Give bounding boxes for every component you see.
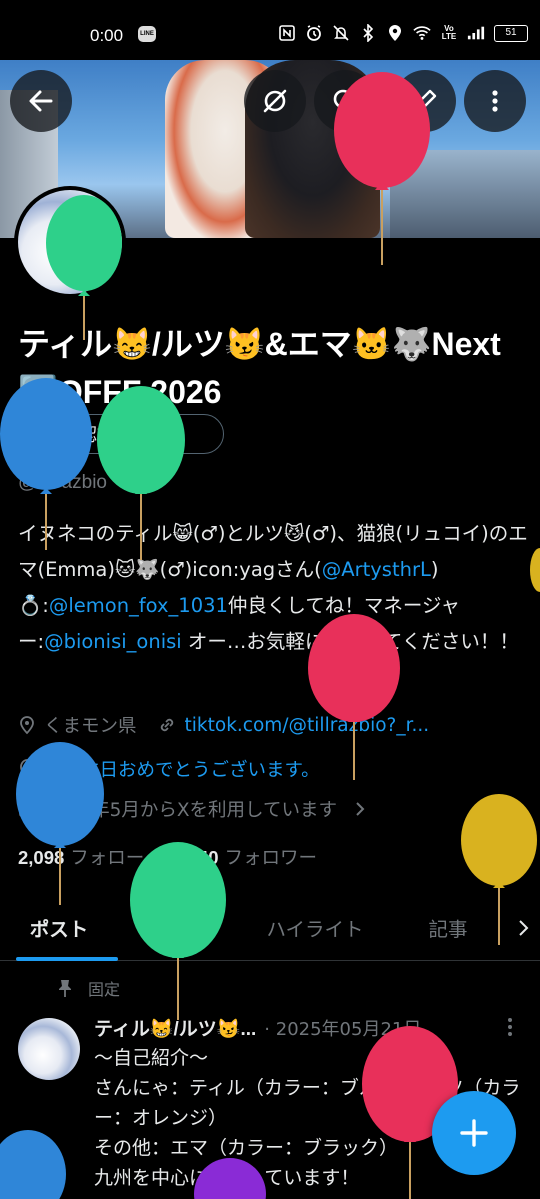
bio-mention-link[interactable]: @bionisi_onisi bbox=[44, 630, 182, 653]
tab-label: ポスト bbox=[29, 918, 89, 941]
followers-count: 1,440 bbox=[172, 847, 219, 868]
bio-text: イヌネコのティル😸(♂)とルツ😼(♂)、猫狼(リュコイ)のエマ(Emma)🐱🐺(… bbox=[18, 522, 528, 581]
bio-mention-link[interactable]: @ArtysthrL bbox=[322, 558, 431, 581]
line-app-icon: LINE bbox=[138, 26, 156, 42]
bio-mention-link[interactable]: @lemon_fox_1031 bbox=[49, 594, 228, 617]
chevron-right-icon bbox=[519, 919, 529, 936]
followers-label: フォロワー bbox=[224, 848, 318, 869]
joined-row[interactable]: 2024年5月からXを利用しています bbox=[18, 796, 367, 822]
pin-icon bbox=[59, 980, 71, 997]
following-link[interactable]: 2,098 フォロー bbox=[18, 847, 145, 869]
follow-counts: 2,098 フォロー 1,440 フォロワー bbox=[18, 844, 317, 870]
edit-button[interactable] bbox=[394, 70, 456, 132]
tab-active-indicator bbox=[16, 956, 118, 961]
post-author-avatar[interactable] bbox=[18, 1018, 80, 1080]
calendar-icon bbox=[19, 802, 35, 817]
profile-tabs: ポスト 返信 ハイライト 記事 bbox=[0, 895, 540, 961]
link-icon bbox=[160, 718, 173, 732]
grok-icon bbox=[263, 89, 287, 113]
get-verified-button[interactable]: ✓ 認証を受ける bbox=[30, 414, 224, 454]
location-pin-icon bbox=[20, 716, 34, 735]
tab-replies[interactable]: 返信 bbox=[118, 895, 242, 961]
post-more-button[interactable] bbox=[506, 1016, 514, 1043]
tab-articles[interactable]: 記事 bbox=[388, 895, 508, 961]
location-and-website: くまモン県 tiktok.com/@tillrazbio?_r... bbox=[18, 712, 429, 738]
mute-icon bbox=[332, 24, 350, 42]
bluetooth-icon bbox=[359, 24, 377, 42]
compose-post-button[interactable] bbox=[432, 1091, 516, 1175]
volte-icon: Vo LTE bbox=[441, 24, 457, 41]
location-text: くまモン県 bbox=[44, 716, 137, 737]
status-icons: Vo LTE 51 bbox=[278, 24, 528, 42]
plus-icon bbox=[460, 1119, 488, 1147]
banner-castle bbox=[390, 150, 540, 238]
signal-icon bbox=[467, 24, 485, 42]
bio: イヌネコのティル😸(♂)とルツ😼(♂)、猫狼(リュコイ)のエマ(Emma)🐱🐺(… bbox=[18, 516, 528, 660]
website-link[interactable]: tiktok.com/@tillrazbio?_r... bbox=[185, 715, 430, 736]
following-label: フォロー bbox=[70, 848, 145, 869]
chevron-right-icon bbox=[356, 802, 365, 816]
pinned-indicator: 固定 bbox=[56, 976, 120, 1000]
balloon-icon bbox=[530, 548, 540, 592]
avatar-image bbox=[18, 190, 122, 294]
more-vertical-icon bbox=[508, 1018, 512, 1036]
bio-text: オー…お気軽に声掛けてください！！ bbox=[181, 630, 519, 653]
tab-label: ハイライト bbox=[266, 918, 364, 941]
tab-highlights[interactable]: ハイライト bbox=[242, 895, 388, 961]
tabs-scroll-right[interactable] bbox=[508, 895, 538, 961]
birthday-text[interactable]: お誕生日おめでとうございます。 bbox=[44, 756, 320, 782]
pencil-icon bbox=[414, 89, 437, 112]
battery-indicator: 51 bbox=[494, 24, 528, 42]
post-date: · 2025年05月21日 bbox=[264, 1018, 422, 1040]
search-icon bbox=[333, 89, 358, 114]
balloon-icon bbox=[0, 1130, 66, 1199]
display-name: ティル😸/ルツ😼&エマ🐱🐺Next ➡️OFFF 2026 bbox=[18, 326, 501, 410]
post-header: ティル😸/ルツ😼... · 2025年05月21日 bbox=[94, 1014, 524, 1041]
tab-posts[interactable]: ポスト bbox=[0, 895, 118, 961]
status-bar: 0:00 LINE Vo LTE 51 bbox=[0, 0, 540, 60]
nfc-icon bbox=[278, 24, 296, 42]
pinned-label: 固定 bbox=[88, 980, 121, 999]
joined-text: 2024年5月からXを利用しています bbox=[44, 800, 337, 821]
location-icon bbox=[386, 24, 404, 42]
more-options-button[interactable] bbox=[464, 70, 526, 132]
back-button[interactable] bbox=[10, 70, 72, 132]
following-count: 2,098 bbox=[18, 847, 65, 868]
arrow-left-icon bbox=[29, 90, 53, 112]
birthday-row: お誕生日おめでとうございます。 bbox=[18, 756, 320, 782]
balloon-icon bbox=[20, 759, 34, 778]
alarm-icon bbox=[305, 24, 323, 42]
wifi-icon bbox=[413, 24, 431, 42]
post-line: 〜自己紹介〜 bbox=[94, 1047, 209, 1069]
search-button[interactable] bbox=[314, 70, 376, 132]
grok-button[interactable] bbox=[244, 70, 306, 132]
more-vertical-icon bbox=[492, 90, 498, 112]
tab-label: 返信 bbox=[160, 918, 200, 941]
followers-link[interactable]: 1,440 フォロワー bbox=[172, 847, 318, 869]
post-author-name[interactable]: ティル😸/ルツ😼... bbox=[94, 1014, 256, 1041]
status-time: 0:00 bbox=[90, 26, 124, 45]
verified-badge-icon: ✓ bbox=[49, 423, 71, 445]
profile-avatar[interactable] bbox=[14, 186, 126, 298]
verify-button-label: 認証を受ける bbox=[79, 425, 187, 446]
tab-label: 記事 bbox=[428, 918, 468, 941]
user-handle: @tillrazbio bbox=[18, 472, 107, 493]
